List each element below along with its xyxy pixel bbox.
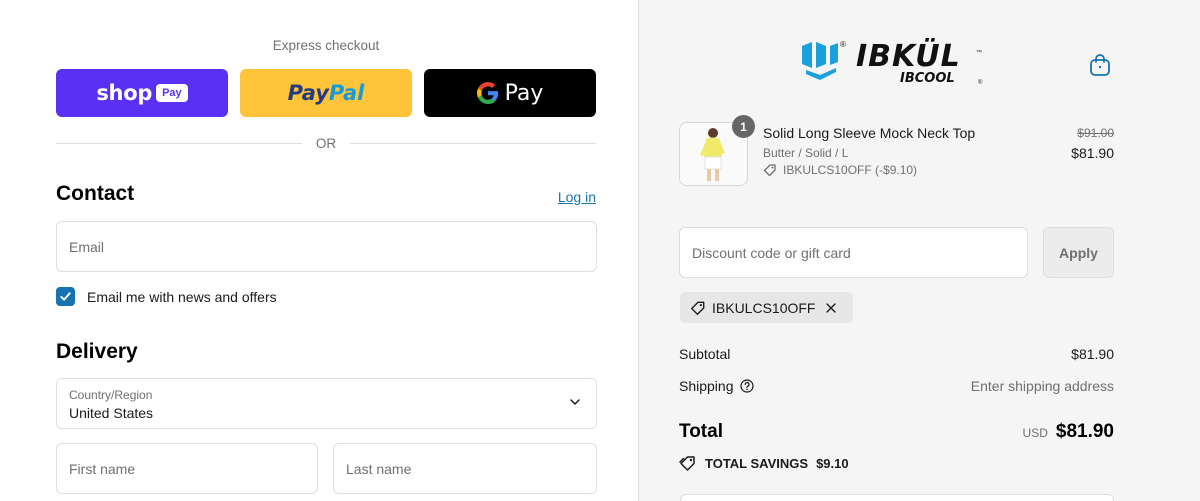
item-price: $81.90	[1071, 145, 1114, 161]
login-link[interactable]: Log in	[558, 189, 596, 205]
quantity-badge: 1	[732, 115, 755, 138]
total-savings-value: $9.10	[816, 455, 849, 471]
google-pay-label: Pay	[504, 80, 544, 106]
checkmark-icon	[60, 292, 71, 301]
newsletter-checkbox-row[interactable]: Email me with news and offers	[56, 287, 277, 306]
newsletter-label: Email me with news and offers	[87, 288, 277, 305]
discount-code-field[interactable]	[679, 227, 1028, 278]
item-discount: IBKULCS10OFF (-$9.10)	[763, 163, 917, 177]
paypal-button[interactable]: Pay Pal	[240, 69, 412, 117]
svg-text:®: ®	[978, 79, 983, 86]
last-name-field[interactable]	[333, 443, 597, 494]
total-value: $81.90	[1055, 421, 1114, 442]
shop-pay-button[interactable]: shop Pay	[56, 69, 228, 117]
paypal-logo-part2: Pal	[328, 81, 365, 105]
delivery-heading: Delivery	[56, 340, 138, 363]
brand-logo[interactable]: ® ™ ® IBKÜL IBCOOL	[800, 38, 996, 95]
shipping-label: Shipping	[679, 378, 734, 394]
tag-icon	[679, 456, 695, 471]
paypal-logo-part1: Pay	[287, 81, 329, 105]
total-savings-label: TOTAL SAVINGS	[705, 455, 809, 471]
or-divider: OR	[56, 136, 596, 151]
total-label: Total	[679, 421, 723, 442]
country-value: United States	[69, 405, 154, 421]
discount-code-input[interactable]	[680, 228, 1027, 277]
express-checkout-title: Express checkout	[272, 38, 380, 53]
total-savings: TOTAL SAVINGS $9.10	[679, 455, 849, 471]
country-select[interactable]: Country/Region United States	[56, 378, 597, 429]
shop-pay-pill: Pay	[156, 84, 188, 102]
shop-pay-logo: shop	[96, 81, 153, 105]
email-field[interactable]	[56, 221, 597, 272]
country-label: Country/Region	[69, 388, 153, 402]
last-name-input[interactable]	[334, 444, 596, 493]
brand-name: IBKÜL	[856, 39, 961, 74]
remove-discount-button[interactable]	[825, 302, 843, 314]
newsletter-checkbox[interactable]	[56, 287, 75, 306]
svg-text:™: ™	[976, 49, 982, 56]
divider-line-right	[350, 143, 596, 144]
close-icon	[826, 302, 837, 313]
shipping-row: Shipping	[679, 378, 754, 394]
google-g-icon	[476, 82, 498, 104]
tag-icon	[691, 301, 705, 315]
help-circle-icon[interactable]	[739, 379, 754, 393]
email-input[interactable]	[57, 222, 596, 271]
divider-line-left	[56, 143, 302, 144]
total-amount-row: USD $81.90	[1023, 421, 1114, 443]
subtotal-label: Subtotal	[679, 346, 731, 362]
svg-text:®: ®	[840, 40, 846, 49]
next-section-card	[680, 494, 1114, 501]
google-pay-button[interactable]: Pay	[424, 69, 596, 117]
item-variant: Butter / Solid / L	[763, 146, 849, 160]
shopping-bag-icon[interactable]	[1089, 53, 1111, 82]
or-text: OR	[315, 136, 337, 151]
first-name-input[interactable]	[57, 444, 317, 493]
contact-heading: Contact	[56, 182, 135, 205]
applied-discount-code: IBKULCS10OFF	[712, 299, 816, 316]
item-name: Solid Long Sleeve Mock Neck Top	[763, 125, 976, 141]
tag-icon	[763, 164, 776, 177]
item-price-original: $91.00	[1077, 126, 1114, 140]
first-name-field[interactable]	[56, 443, 318, 494]
checkout-form-panel: Express checkout shop Pay Pay Pal Pay OR …	[0, 0, 638, 501]
subtotal-value: $81.90	[1071, 346, 1114, 362]
shipping-value: Enter shipping address	[970, 378, 1114, 394]
item-discount-text: IBKULCS10OFF (-$9.10)	[783, 163, 918, 177]
apply-discount-button[interactable]: Apply	[1043, 227, 1114, 278]
total-currency: USD	[1022, 426, 1048, 440]
brand-subname: IBCOOL	[900, 71, 955, 86]
applied-discount-chip: IBKULCS10OFF	[680, 292, 854, 323]
chevron-down-icon	[570, 399, 580, 405]
